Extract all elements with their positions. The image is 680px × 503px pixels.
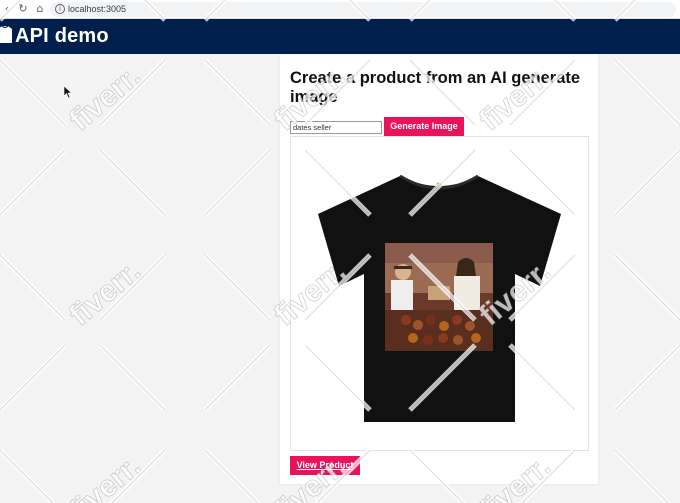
watermark-line-shadow: [0, 59, 66, 126]
watermark-line-shadow: [614, 449, 669, 503]
image-preview: [290, 136, 589, 451]
watermark-line-shadow: [614, 344, 680, 411]
fiverr-watermark-text: fiverr.: [63, 60, 147, 138]
watermark-line-shadow: [0, 449, 54, 503]
fiverr-watermark-text: fiverr.: [63, 450, 147, 503]
reload-icon[interactable]: ↻: [16, 2, 30, 16]
watermark-line: [0, 253, 67, 322]
watermark-line-shadow: [0, 149, 66, 216]
watermark-line: [203, 58, 272, 127]
page-title: Create a product from an AI generate ima…: [290, 69, 581, 106]
print-artwork: [385, 243, 493, 351]
watermark-line-shadow: [204, 59, 271, 126]
watermark-line: [0, 58, 67, 127]
url-text[interactable]: localhost:3005: [68, 3, 126, 16]
mouse-cursor-icon: [64, 86, 72, 98]
watermark-line-shadow: [111, 449, 166, 503]
watermark-line: [613, 148, 680, 217]
browser-toolbar: ‹ ↻ ⌂ i localhost:3005: [0, 0, 680, 19]
watermark-line-shadow: [204, 344, 271, 411]
shirt-logo-icon: [0, 25, 12, 43]
watermark-line-shadow: [99, 59, 166, 126]
fiverr-watermark-text: fiverr.: [63, 255, 147, 333]
watermark-line-shadow: [0, 254, 66, 321]
watermark-line: [203, 253, 272, 322]
watermark-line-shadow: [204, 449, 259, 503]
watermark-line: [613, 253, 680, 322]
info-icon[interactable]: i: [55, 4, 65, 14]
watermark-line: [0, 448, 57, 503]
watermark-line: [203, 343, 272, 412]
app-title: API demo: [15, 25, 109, 47]
watermark-line: [613, 58, 680, 127]
watermark-line: [203, 148, 272, 217]
watermark-line: [0, 148, 67, 217]
watermark-line: [613, 448, 672, 503]
watermark-line-shadow: [614, 149, 680, 216]
app-header: API demo: [0, 19, 680, 54]
product-panel: Create a product from an AI generate ima…: [280, 54, 598, 484]
tshirt-product-image: [318, 174, 561, 422]
watermark-line-shadow: [614, 59, 680, 126]
watermark-line: [98, 253, 167, 322]
generate-image-button[interactable]: Generate Image: [384, 117, 464, 136]
watermark-line: [98, 58, 167, 127]
watermark-line-shadow: [99, 254, 166, 321]
back-arrow-icon[interactable]: ‹: [0, 2, 14, 16]
watermark-line-shadow: [204, 254, 271, 321]
watermark-line-shadow: [99, 149, 166, 216]
watermark-line-shadow: [614, 254, 680, 321]
watermark-line: [203, 448, 262, 503]
home-icon[interactable]: ⌂: [33, 2, 47, 16]
watermark-line: [108, 448, 167, 503]
watermark-line: [613, 343, 680, 412]
watermark-line-shadow: [99, 344, 166, 411]
watermark-line-shadow: [204, 149, 271, 216]
view-product-button[interactable]: View Product: [290, 456, 360, 475]
watermark-line: [98, 343, 167, 412]
watermark-line: [0, 343, 67, 412]
prompt-input[interactable]: [290, 121, 382, 134]
address-bar[interactable]: i localhost:3005: [50, 2, 676, 17]
watermark-line: [98, 148, 167, 217]
watermark-line-shadow: [0, 344, 66, 411]
